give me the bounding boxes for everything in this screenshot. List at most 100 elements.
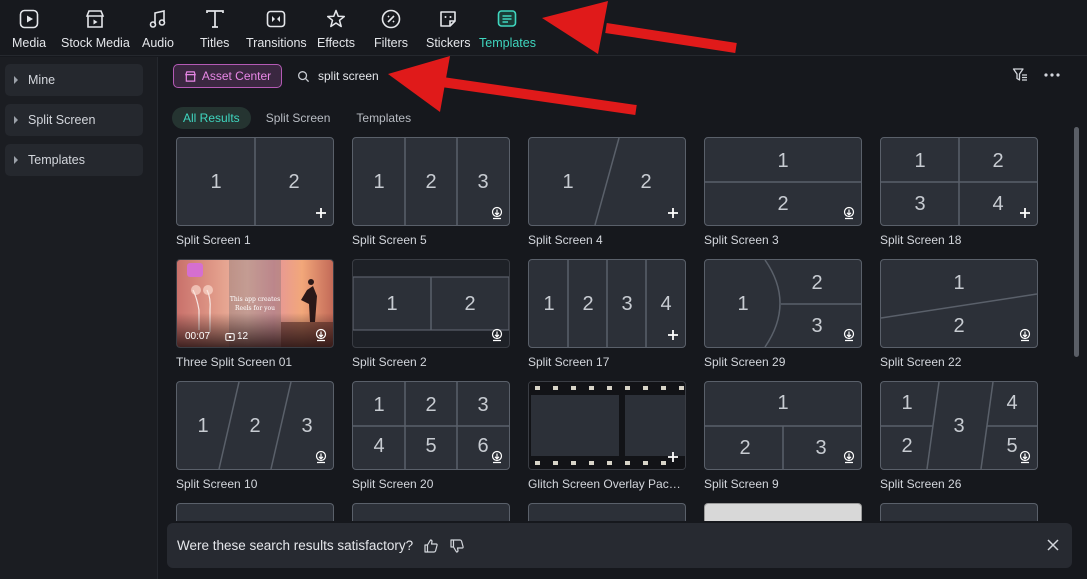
card-title: Split Screen 20: [352, 477, 434, 491]
template-card[interactable]: 1: [352, 503, 510, 521]
template-thumbnail: 1: [880, 503, 1038, 521]
thumbs-down-icon[interactable]: [449, 538, 465, 554]
tab-titles[interactable]: Titles: [200, 6, 229, 52]
sidebar-item-split-screen[interactable]: Split Screen: [5, 104, 143, 136]
layout-number: 3: [301, 415, 312, 437]
template-card[interactable]: 2: [528, 503, 686, 521]
layout-number: 2: [582, 293, 593, 315]
download-icon[interactable]: [314, 450, 328, 464]
sidebar-item-label: Mine: [28, 73, 56, 87]
layout-number: 3: [815, 437, 826, 459]
template-card[interactable]: 1 2 Split Screen 2: [352, 259, 510, 369]
card-title: Split Screen 26: [880, 477, 962, 491]
tab-stock-media[interactable]: Stock Media: [61, 6, 130, 52]
tab-transitions[interactable]: Transitions: [246, 6, 307, 52]
layout-number: 3: [914, 193, 925, 215]
template-card[interactable]: 1: [880, 503, 1038, 521]
more-options-icon[interactable]: [1043, 67, 1061, 83]
tab-audio[interactable]: Audio: [142, 6, 174, 52]
filter-icon[interactable]: [1012, 67, 1028, 83]
store-icon: [184, 70, 196, 82]
add-icon[interactable]: [666, 206, 680, 220]
add-icon[interactable]: [314, 206, 328, 220]
download-icon[interactable]: [490, 328, 504, 342]
layout-number: 3: [953, 415, 964, 437]
template-card[interactable]: 1 2 3 Split Screen 10: [176, 381, 334, 491]
tab-effects[interactable]: Effects: [317, 6, 355, 52]
layout-number: 2: [249, 415, 260, 437]
sidebar-item-templates[interactable]: Templates: [5, 144, 143, 176]
template-card[interactable]: Glitch Screen Overlay Pack S...: [528, 381, 686, 491]
add-icon[interactable]: [666, 450, 680, 464]
search-icon: [298, 70, 310, 82]
layout-number: 1: [777, 392, 788, 414]
tab-media[interactable]: Media: [12, 6, 46, 52]
template-card[interactable]: This app creates Reels for you 00:07 12 …: [176, 259, 334, 369]
layout-number: 2: [811, 272, 822, 294]
layout-number: 2: [992, 150, 1003, 172]
download-icon[interactable]: [842, 328, 856, 342]
download-icon[interactable]: [490, 450, 504, 464]
download-icon[interactable]: [1018, 328, 1032, 342]
template-card[interactable]: [704, 503, 862, 521]
asset-center-button[interactable]: Asset Center: [173, 64, 282, 88]
template-card[interactable]: 1 2 Split Screen 1: [176, 137, 334, 247]
tab-stickers[interactable]: Stickers: [426, 6, 470, 52]
template-thumbnail: [528, 381, 686, 470]
tab-templates[interactable]: Templates: [479, 6, 536, 52]
thumbs-up-icon[interactable]: [423, 538, 439, 554]
download-icon[interactable]: [842, 206, 856, 220]
template-card[interactable]: 1 2 3 Split Screen 29: [704, 259, 862, 369]
template-card[interactable]: 1 2 3 Split Screen 9: [704, 381, 862, 491]
filters-icon: [381, 9, 401, 29]
chip-templates[interactable]: Templates: [345, 107, 422, 129]
layout-number: 2: [901, 435, 912, 457]
template-card[interactable]: 1 2 3 4 5 6 Split Screen 20: [352, 381, 510, 491]
tab-filters[interactable]: Filters: [374, 6, 408, 52]
template-card[interactable]: 1 2 Split Screen 4: [528, 137, 686, 247]
template-card[interactable]: 1 2 3 4 Split Screen 18: [880, 137, 1038, 247]
layout-number: 2: [464, 293, 475, 315]
filter-chips: All Results Split Screen Templates: [172, 107, 426, 129]
close-icon[interactable]: [1046, 538, 1060, 552]
sidebar-item-mine[interactable]: Mine: [5, 64, 143, 96]
download-icon[interactable]: [842, 450, 856, 464]
add-icon[interactable]: [666, 328, 680, 342]
template-card[interactable]: 1 2 Split Screen 3: [704, 137, 862, 247]
chip-all-results[interactable]: All Results: [172, 107, 251, 129]
layout-number: 1: [777, 150, 788, 172]
download-icon[interactable]: [314, 328, 328, 342]
template-card[interactable]: 1 2 3 4 5 Split Screen 26: [880, 381, 1038, 491]
layout-number: 1: [543, 293, 554, 315]
sidebar-item-label: Templates: [28, 153, 85, 167]
templates-icon: [498, 10, 517, 27]
layout-number: 1: [953, 272, 964, 294]
template-thumbnail: 1 2: [528, 137, 686, 226]
layout-number: 2: [777, 193, 788, 215]
titles-icon: [205, 10, 224, 28]
template-thumbnail: 1 2 3 4: [880, 137, 1038, 226]
card-title: Split Screen 29: [704, 355, 786, 369]
template-card[interactable]: 1 2 Split Screen 22: [880, 259, 1038, 369]
search-box[interactable]: [293, 64, 503, 88]
download-icon[interactable]: [1018, 450, 1032, 464]
scrollbar[interactable]: [1074, 127, 1079, 357]
template-card[interactable]: 1 2 3 4 Split Screen 17: [528, 259, 686, 369]
layout-number: 3: [811, 315, 822, 337]
chip-split-screen[interactable]: Split Screen: [255, 107, 342, 129]
card-title: Three Split Screen 01: [176, 355, 293, 369]
layout-number: 3: [477, 171, 488, 193]
caret-right-icon: [14, 156, 18, 164]
card-title: Split Screen 9: [704, 477, 779, 491]
search-input[interactable]: [318, 69, 498, 83]
layout-number: 3: [621, 293, 632, 315]
card-title: Split Screen 10: [176, 477, 258, 491]
add-icon[interactable]: [1018, 206, 1032, 220]
layout-number: 2: [288, 171, 299, 193]
template-card[interactable]: [176, 503, 334, 521]
template-thumbnail: 1 2 3: [704, 381, 862, 470]
template-card[interactable]: 1 2 3 Split Screen 5: [352, 137, 510, 247]
download-icon[interactable]: [490, 206, 504, 220]
layout-number: 1: [386, 293, 397, 315]
transitions-icon: [267, 10, 286, 28]
